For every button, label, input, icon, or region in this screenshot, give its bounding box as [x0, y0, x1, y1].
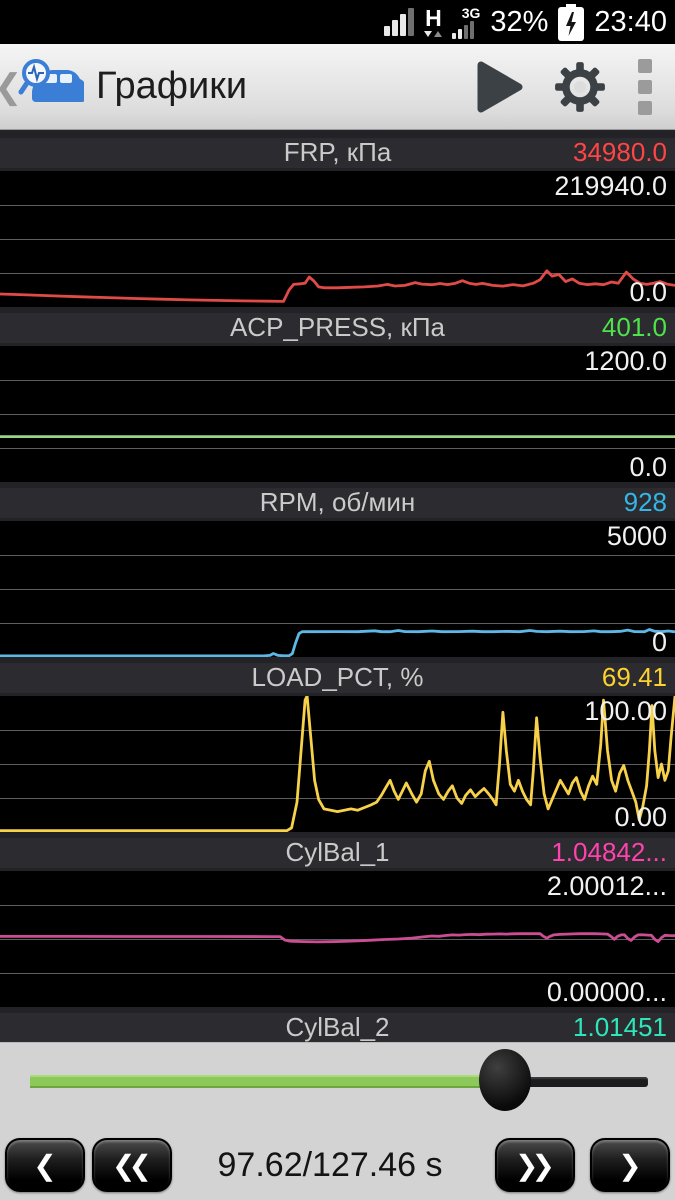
chart-min-label: 0.00	[614, 802, 667, 832]
chart-scroll-area[interactable]: FRP, кПа 34980.0 219940.0 0.0 ACP_PRESS,…	[0, 130, 675, 1042]
chart-current-value: 401.0	[601, 311, 667, 342]
chart-max-label: 5000	[606, 521, 667, 551]
chart-plot-area[interactable]: 1200.0 0.0	[0, 346, 675, 482]
chart-plot-area[interactable]: 5000 0	[0, 521, 675, 657]
chart-header[interactable]: FRP, кПа 34980.0	[0, 136, 675, 168]
play-button[interactable]	[455, 44, 545, 130]
chart-max-label: 2.00012...	[546, 871, 667, 901]
chart-header[interactable]: ACP_PRESS, кПа 401.0	[0, 311, 675, 343]
chart-plot-area[interactable]: 100.00 0.00	[0, 696, 675, 832]
3g-network-icon: 3G	[452, 6, 480, 39]
settings-gear-icon[interactable]	[545, 44, 615, 130]
step-forward-button[interactable]: ❯	[590, 1138, 670, 1192]
hspa-network-icon: H	[424, 5, 443, 37]
app-logo-icon[interactable]	[18, 57, 87, 116]
chart-panel-cylbal-1: CylBal_1 1.04842... 2.00012... 0.00000..…	[0, 836, 675, 1007]
playback-bar: ❮ ❮❮ 97.62/127.46 s ❯❯ ❯	[0, 1042, 675, 1200]
chart-min-label: 0.0	[629, 452, 667, 482]
status-bar: H 3G 32% 23:40	[0, 0, 675, 44]
chart-max-label: 100.00	[584, 696, 667, 726]
chart-header[interactable]: RPM, об/мин 928	[0, 486, 675, 518]
chart-current-value: 1.04842...	[551, 836, 667, 867]
double-chevron-right-icon: ❯❯	[515, 1149, 555, 1181]
rewind-button[interactable]: ❮❮	[92, 1138, 172, 1192]
chart-plot-area[interactable]: 2.00012... 0.00000...	[0, 871, 675, 1007]
chart-min-label: 0	[651, 627, 667, 657]
chart-line	[0, 696, 675, 832]
chart-current-value: 69.41	[601, 661, 667, 692]
fast-forward-button[interactable]: ❯❯	[495, 1138, 575, 1192]
chart-max-label: 1200.0	[584, 346, 667, 376]
app-bar: ❮ Графики	[0, 44, 675, 130]
double-chevron-left-icon: ❮❮	[112, 1149, 152, 1181]
battery-percent: 32%	[490, 5, 549, 38]
chart-title: LOAD_PCT, %	[251, 661, 424, 692]
chart-max-label: 219940.0	[554, 171, 667, 201]
chart-header[interactable]: LOAD_PCT, % 69.41	[0, 661, 675, 693]
chart-current-value: 34980.0	[573, 136, 667, 167]
playback-time: 97.62/127.46 s	[217, 1145, 443, 1184]
slider-track-filled[interactable]	[30, 1075, 504, 1088]
step-back-button[interactable]: ❮	[5, 1138, 85, 1192]
chart-line	[0, 346, 675, 482]
chart-header[interactable]: CylBal_2 1.01451	[0, 1011, 675, 1042]
phone-screen: H 3G 32% 23:40 ❮ Графики	[0, 0, 675, 1200]
chart-current-value: 1.01451	[573, 1011, 667, 1042]
chart-current-value: 928	[623, 486, 667, 517]
page-title: Графики	[96, 65, 248, 107]
chart-panel-acp-press: ACP_PRESS, кПа 401.0 1200.0 0.0	[0, 311, 675, 482]
chevron-left-icon: ❮	[33, 1149, 57, 1181]
chart-title: RPM, об/мин	[259, 486, 416, 517]
signal-strength-icon	[384, 8, 415, 36]
battery-charging-icon	[558, 3, 585, 41]
chart-panel-frp: FRP, кПа 34980.0 219940.0 0.0	[0, 136, 675, 307]
chart-header[interactable]: CylBal_1 1.04842...	[0, 836, 675, 868]
chart-panel-rpm: RPM, об/мин 928 5000 0	[0, 486, 675, 657]
clock: 23:40	[594, 5, 667, 38]
chart-panel-load-pct: LOAD_PCT, % 69.41 100.00 0.00	[0, 661, 675, 832]
chevron-right-icon: ❯	[618, 1149, 642, 1181]
chart-panel-cylbal-2: CylBal_2 1.01451	[0, 1011, 675, 1042]
slider-thumb[interactable]	[479, 1049, 531, 1111]
back-chevron-icon[interactable]: ❮	[0, 67, 23, 107]
chart-min-label: 0.0	[629, 277, 667, 307]
3g-label: 3G	[461, 4, 481, 21]
chart-title: ACP_PRESS, кПа	[229, 311, 446, 342]
chart-plot-area[interactable]: 219940.0 0.0	[0, 171, 675, 307]
overflow-menu-icon[interactable]	[615, 44, 675, 130]
hspa-label: H	[425, 5, 442, 31]
chart-min-label: 0.00000...	[546, 977, 667, 1007]
chart-line	[0, 521, 675, 657]
